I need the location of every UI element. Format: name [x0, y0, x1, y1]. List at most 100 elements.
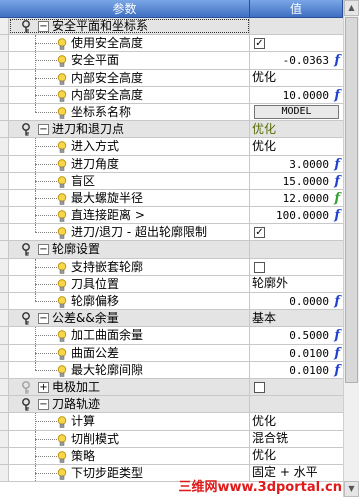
property-row[interactable]: 盲区 15.0000 f	[0, 172, 343, 190]
parameter-name-cell[interactable]: 坐标系名称	[9, 103, 250, 121]
property-row[interactable]: 进入方式 优化	[0, 138, 343, 156]
parameter-name-cell[interactable]: 安全平面	[9, 52, 250, 69]
parameter-value-cell[interactable]: 优化	[250, 121, 343, 137]
group-row[interactable]: − 进刀和退刀点 优化	[0, 121, 343, 139]
parameter-value-cell[interactable]: 优化	[250, 413, 343, 429]
vertical-scrollbar[interactable]: ▲ ▼	[343, 0, 359, 497]
parameter-value-cell[interactable]: 基本	[250, 310, 343, 326]
value-checkbox[interactable]	[254, 381, 265, 393]
parameter-name-cell[interactable]: 进刀/退刀 - 超出轮廓限制	[9, 224, 250, 241]
column-header-value[interactable]: 值	[250, 0, 343, 18]
property-row[interactable]: 支持嵌套轮廓	[0, 258, 343, 276]
parameter-value-cell[interactable]: -0.0363 f	[250, 52, 343, 68]
parameter-value[interactable]: 12.0000	[281, 190, 329, 206]
formula-icon[interactable]: f	[334, 174, 340, 189]
parameter-value[interactable]: 100.0000	[274, 207, 329, 223]
parameter-value[interactable]: 优化	[250, 138, 276, 154]
parameter-name-cell[interactable]: + 电极加工	[9, 378, 250, 396]
collapse-icon[interactable]: −	[38, 399, 49, 411]
collapse-icon[interactable]: −	[38, 244, 49, 256]
parameter-value[interactable]: 3.0000	[287, 156, 329, 172]
parameter-value-cell[interactable]: 12.0000 f	[250, 190, 343, 206]
parameter-value[interactable]: 基本	[250, 310, 276, 326]
parameter-value-cell[interactable]: 0.0100 f	[250, 362, 343, 378]
property-row[interactable]: 加工曲面余量 0.5000 f	[0, 327, 343, 345]
parameter-name-cell[interactable]: 最大轮廓间隙	[9, 361, 250, 378]
parameter-value[interactable]: 15.0000	[281, 173, 329, 189]
parameter-value-cell[interactable]	[250, 259, 343, 275]
parameter-name-cell[interactable]: 刀具位置	[9, 275, 250, 292]
formula-icon[interactable]: f	[334, 191, 340, 206]
formula-icon[interactable]: f	[334, 157, 340, 172]
property-row[interactable]: 切削模式 混合铣	[0, 430, 343, 448]
parameter-value[interactable]: 轮廓外	[250, 276, 288, 292]
property-row[interactable]: 轮廓偏移 0.0000 f	[0, 293, 343, 311]
parameter-name-cell[interactable]: 曲面公差	[9, 344, 250, 361]
parameter-value-cell[interactable]: 混合铣	[250, 431, 343, 447]
property-row[interactable]: 最大轮廓间隙 0.0100 f	[0, 361, 343, 379]
expand-icon[interactable]: +	[38, 381, 49, 393]
parameter-value-cell[interactable]: 15.0000 f	[250, 173, 343, 189]
parameter-value[interactable]: 优化	[250, 70, 276, 86]
parameter-name-cell[interactable]: 直连接距离 >	[9, 207, 250, 224]
parameter-value[interactable]: 0.5000	[287, 327, 329, 343]
parameter-value-cell[interactable]: 优化	[250, 448, 343, 464]
parameter-value-cell[interactable]: ✓	[250, 35, 343, 51]
parameter-name-cell[interactable]: 使用安全高度	[9, 35, 250, 52]
coordinate-system-button[interactable]: MODEL	[254, 104, 339, 119]
property-row[interactable]: 最大螺旋半径 12.0000 f	[0, 189, 343, 208]
group-row[interactable]: − 轮廓设置	[0, 241, 343, 259]
formula-icon[interactable]: f	[334, 88, 340, 103]
property-row[interactable]: 策略 优化	[0, 447, 343, 465]
parameter-name-cell[interactable]: 策略	[9, 447, 250, 464]
value-checkbox[interactable]: ✓	[254, 227, 265, 239]
parameter-value-cell[interactable]: ✓	[250, 224, 343, 240]
scroll-down-arrow-icon[interactable]: ▼	[344, 481, 359, 497]
parameter-name-cell[interactable]: 加工曲面余量	[9, 327, 250, 344]
property-row[interactable]: 进刀角度 3.0000 f	[0, 155, 343, 173]
parameter-name-cell[interactable]: − 进刀和退刀点	[9, 121, 250, 138]
parameter-value-cell[interactable]: 0.0100 f	[250, 345, 343, 361]
property-row[interactable]: 使用安全高度 ✓	[0, 35, 343, 53]
value-checkbox[interactable]	[254, 261, 265, 273]
formula-icon[interactable]: f	[334, 208, 340, 223]
property-row[interactable]: 内部安全高度 优化	[0, 69, 343, 87]
property-row[interactable]: 坐标系名称 MODEL	[0, 103, 343, 122]
parameter-value[interactable]: 优化	[250, 413, 276, 429]
property-row[interactable]: 进刀/退刀 - 超出轮廓限制 ✓	[0, 224, 343, 242]
parameter-name-cell[interactable]: 内部安全高度	[9, 69, 250, 86]
parameter-value-cell[interactable]	[250, 241, 343, 257]
scrollbar-thumb[interactable]	[345, 17, 358, 383]
parameter-value[interactable]: 优化	[250, 448, 276, 464]
group-row[interactable]: − 刀路轨迹	[0, 396, 343, 414]
parameter-name-cell[interactable]: − 安全平面和坐标系	[9, 18, 250, 35]
parameter-name-cell[interactable]: 进入方式	[9, 138, 250, 155]
parameter-value-cell[interactable]: 10.0000 f	[250, 87, 343, 103]
property-row[interactable]: 计算 优化	[0, 413, 343, 431]
group-row[interactable]: − 安全平面和坐标系	[0, 18, 343, 36]
parameter-value[interactable]: -0.0363	[281, 52, 329, 68]
parameter-value-cell[interactable]: 100.0000 f	[250, 207, 343, 223]
property-row[interactable]: 内部安全高度 10.0000 f	[0, 86, 343, 104]
parameter-name-cell[interactable]: − 刀路轨迹	[9, 396, 250, 413]
parameter-value-cell[interactable]: 轮廓外	[250, 276, 343, 292]
parameter-name-cell[interactable]: 计算	[9, 413, 250, 430]
scroll-up-arrow-icon[interactable]: ▲	[344, 0, 359, 16]
parameter-name-cell[interactable]: 切削模式	[9, 430, 250, 447]
parameter-name-cell[interactable]: 内部安全高度	[9, 86, 250, 103]
formula-icon[interactable]: f	[334, 53, 340, 68]
parameter-value[interactable]: 0.0100	[287, 362, 329, 378]
formula-icon[interactable]: f	[334, 294, 340, 309]
parameter-name-cell[interactable]: − 公差&&余量	[9, 310, 250, 327]
parameter-value-cell[interactable]: MODEL	[250, 104, 343, 120]
formula-icon[interactable]: f	[334, 346, 340, 361]
formula-icon[interactable]: f	[334, 363, 340, 378]
parameter-value[interactable]: 0.0100	[287, 345, 329, 361]
parameter-value-cell[interactable]: 优化	[250, 70, 343, 86]
property-row[interactable]: 刀具位置 轮廓外	[0, 275, 343, 293]
collapse-icon[interactable]: −	[38, 21, 49, 32]
value-checkbox[interactable]: ✓	[254, 38, 265, 50]
parameter-value-cell[interactable]	[250, 379, 343, 395]
formula-icon[interactable]: f	[334, 328, 340, 343]
property-row[interactable]: 安全平面 -0.0363 f	[0, 52, 343, 70]
